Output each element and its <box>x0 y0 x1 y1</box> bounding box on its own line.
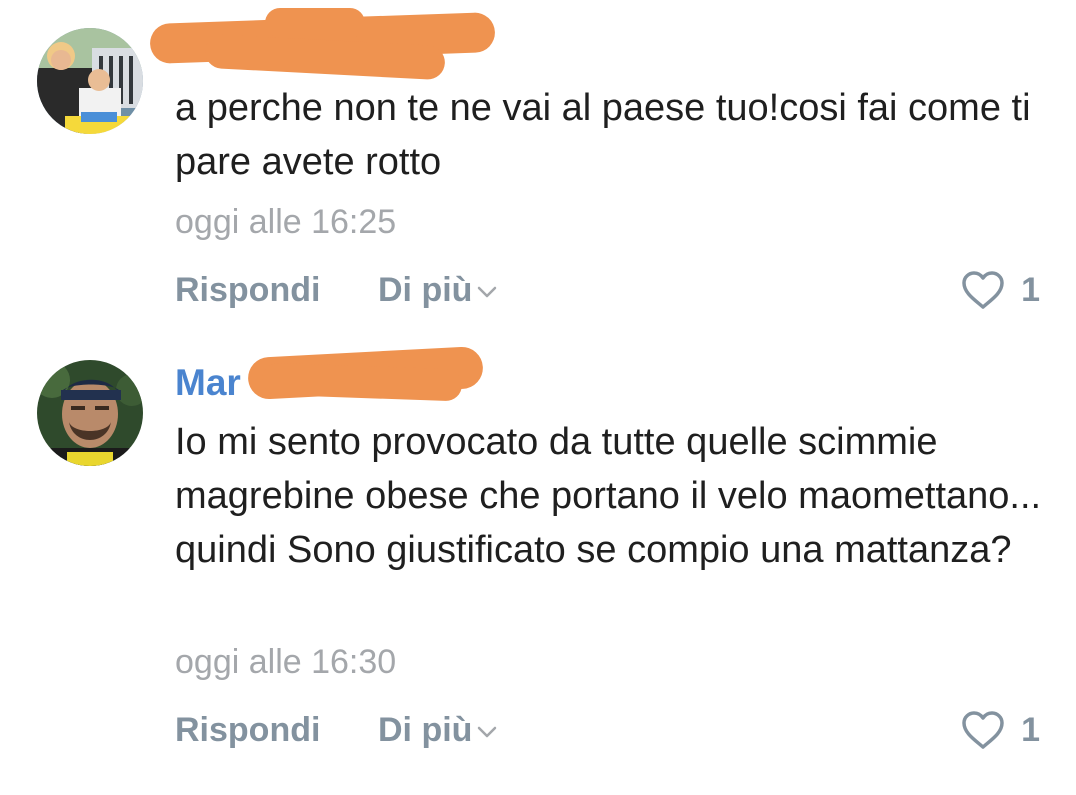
chevron-down-icon <box>478 286 497 298</box>
like-count: 1 <box>1021 271 1040 309</box>
heart-outline-icon <box>962 271 1004 309</box>
comment-timestamp: oggi alle 16:25 <box>175 203 397 241</box>
more-label: Di più <box>378 711 473 749</box>
more-button[interactable]: Di più <box>378 268 498 312</box>
reply-button[interactable]: Rispondi <box>175 268 320 312</box>
more-button[interactable]: Di più <box>378 708 498 752</box>
comment: a perche non te ne vai al paese tuo!cosi… <box>0 0 1076 340</box>
reply-button[interactable]: Rispondi <box>175 708 320 752</box>
reply-label: Rispondi <box>175 271 321 309</box>
comment: Mar Io mi sento provocato da tutte quell… <box>0 340 1076 795</box>
comment-actions: Rispondi Di più 1 <box>175 708 1040 752</box>
like-button[interactable]: 1 <box>961 708 1040 752</box>
comment-actions: Rispondi Di più 1 <box>175 268 1040 312</box>
like-count: 1 <box>1021 711 1040 749</box>
comment-text: Io mi sento provocato da tutte quelle sc… <box>175 421 1042 571</box>
heart-outline-icon <box>962 711 1004 749</box>
more-label: Di più <box>378 271 473 309</box>
author-name[interactable]: Mar <box>175 364 241 401</box>
comment-timestamp: oggi alle 16:30 <box>175 643 397 681</box>
chevron-down-icon <box>478 726 497 738</box>
reply-label: Rispondi <box>175 711 321 749</box>
like-button[interactable]: 1 <box>961 268 1040 312</box>
redaction-mark <box>265 8 365 38</box>
avatar-photo <box>37 360 143 466</box>
avatar[interactable] <box>37 28 143 134</box>
avatar[interactable] <box>37 360 143 466</box>
avatar-photo <box>37 28 143 134</box>
comment-text: a perche non te ne vai al paese tuo!cosi… <box>175 87 1031 183</box>
